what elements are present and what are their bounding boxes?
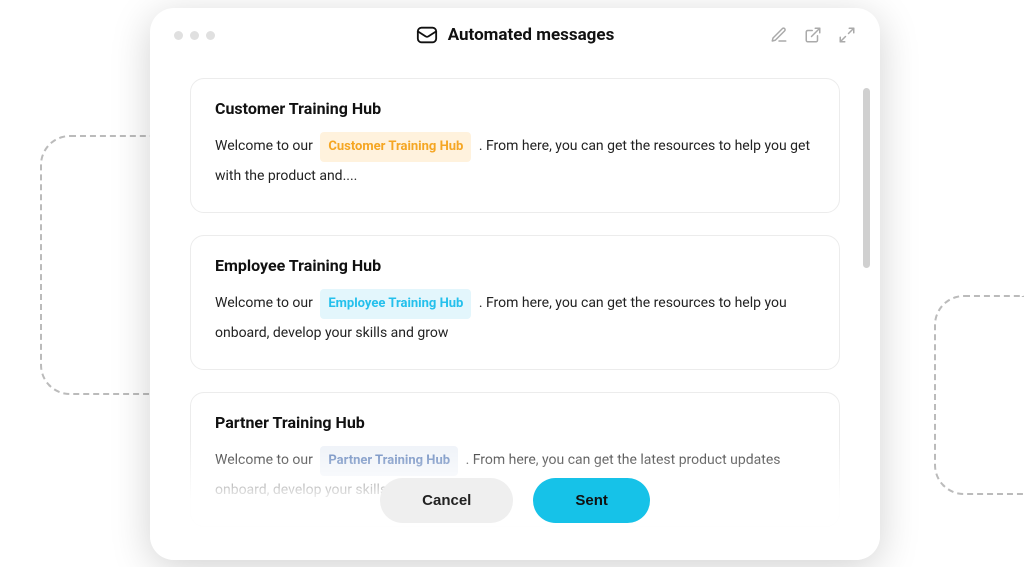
card-body: Welcome to our Customer Training Hub . F… [215,132,815,190]
card-title: Partner Training Hub [215,413,815,432]
variable-tag: Customer Training Hub [320,132,471,162]
traffic-dot [174,31,183,40]
expand-icon[interactable] [838,26,856,44]
app-window: Automated messages Customer Training Hub… [150,8,880,560]
card-prefix: Welcome to our [215,295,313,311]
traffic-dot [190,31,199,40]
traffic-dot [206,31,215,40]
sent-button[interactable]: Sent [533,478,650,523]
variable-tag: Employee Training Hub [320,289,471,319]
external-link-icon[interactable] [804,26,822,44]
window-title: Automated messages [448,25,615,45]
card-title: Customer Training Hub [215,99,815,118]
footer: Cancel Sent [150,440,880,560]
decorative-dashed-right [934,295,1024,495]
card-prefix: Welcome to our [215,138,313,154]
card-title: Employee Training Hub [215,256,815,275]
message-card[interactable]: Employee Training Hub Welcome to our Emp… [190,235,840,370]
traffic-lights [174,31,215,40]
cancel-button[interactable]: Cancel [380,478,513,523]
titlebar: Automated messages [150,8,880,54]
scrollbar-thumb[interactable] [863,88,870,268]
mail-icon [416,24,438,46]
card-body: Welcome to our Employee Training Hub . F… [215,289,815,347]
message-card[interactable]: Customer Training Hub Welcome to our Cus… [190,78,840,213]
edit-icon[interactable] [770,26,788,44]
